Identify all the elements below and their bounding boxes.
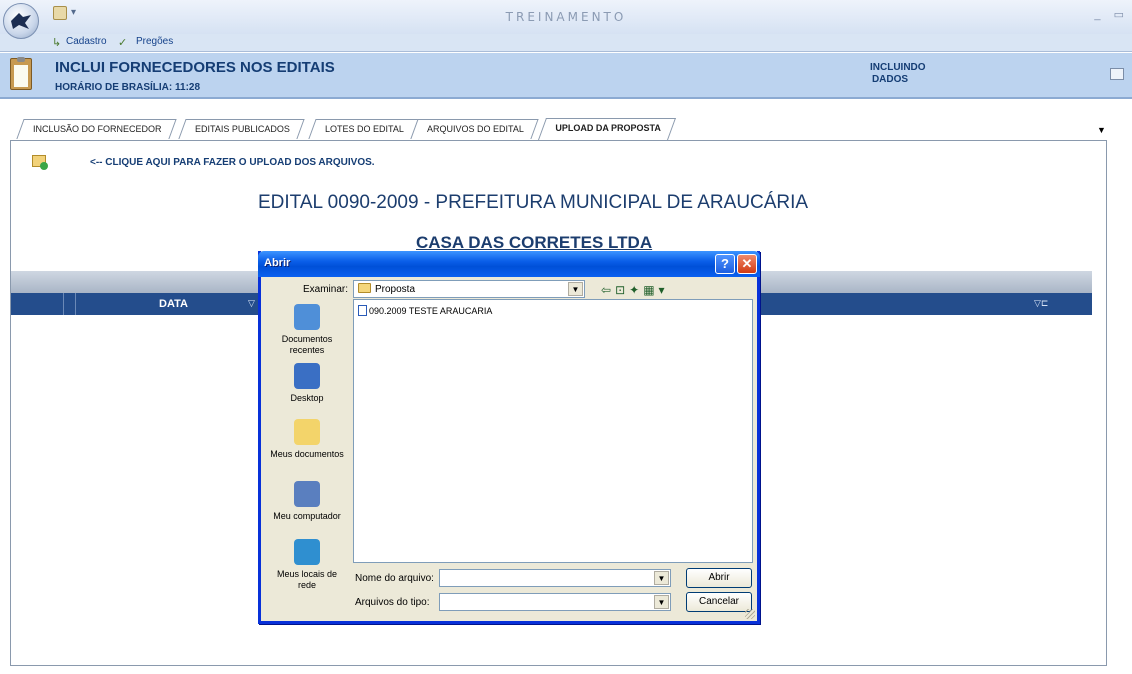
lookin-select[interactable]: Proposta ▼ xyxy=(353,280,585,298)
close-button[interactable]: ✕ xyxy=(737,254,757,274)
place-label: Documentos recentes xyxy=(281,334,333,355)
mode-status-line2: DADOS xyxy=(871,74,909,85)
tab-label: INCLUSÃO DO FORNECEDOR xyxy=(33,124,162,134)
filetype-label: Arquivos do tipo: xyxy=(355,597,430,608)
menu-bar: ↳ Cadastro ✓ Pregões xyxy=(0,34,1132,52)
place-my-computer[interactable]: Meu computador xyxy=(267,481,347,522)
place-network[interactable]: Meus locais de rede xyxy=(267,539,347,591)
menu-cadastro[interactable]: Cadastro xyxy=(66,36,107,47)
window-icon[interactable] xyxy=(1110,68,1124,80)
app-menu-orb[interactable] xyxy=(3,3,39,39)
filetype-select[interactable]: ▼ xyxy=(439,593,671,611)
open-file-dialog: Abrir ? ✕ Examinar: Proposta ▼ ⇦⊡✦▦▾ Doc… xyxy=(258,251,760,624)
column-separator xyxy=(63,293,64,315)
view-menu-icon[interactable]: ▦▾ xyxy=(643,283,668,297)
window-controls: _ ▭ xyxy=(1084,8,1124,21)
cancel-button[interactable]: Cancelar xyxy=(686,592,752,612)
maximize-button[interactable]: ▭ xyxy=(1114,9,1124,21)
tab-label: EDITAIS PUBLICADOS xyxy=(195,124,290,134)
tab-editais-publicados[interactable]: EDITAIS PUBLICADOS xyxy=(178,119,305,139)
cadastro-icon: ↳ xyxy=(52,37,62,49)
folder-icon xyxy=(358,283,371,293)
resize-grip-icon[interactable] xyxy=(745,609,755,619)
place-desktop[interactable]: Desktop xyxy=(267,363,347,404)
word-document-icon xyxy=(358,305,367,316)
place-label: Desktop xyxy=(290,393,324,403)
chevron-down-icon[interactable]: ▼ xyxy=(654,595,669,609)
pregoes-icon: ✓ xyxy=(118,37,128,49)
lookin-value: Proposta xyxy=(375,284,416,295)
place-label: Meus locais de rede xyxy=(276,569,338,590)
file-list[interactable]: 090.2009 TESTE ARAUCARIA xyxy=(353,299,753,563)
form-title: INCLUI FORNECEDORES NOS EDITAIS xyxy=(55,59,335,76)
desktop-icon xyxy=(294,363,320,389)
tab-lotes-edital[interactable]: LOTES DO EDITAL xyxy=(308,119,419,139)
upload-files-link[interactable]: <-- CLIQUE AQUI PARA FAZER O UPLOAD DOS … xyxy=(90,157,375,168)
form-header: INCLUI FORNECEDORES NOS EDITAIS HORÁRIO … xyxy=(0,53,1132,99)
dialog-title: Abrir xyxy=(264,257,291,269)
mode-status-line1: INCLUINDO xyxy=(870,62,926,73)
column-header-data[interactable]: DATA xyxy=(159,298,188,310)
edital-title: EDITAL 0090-2009 - PREFEITURA MUNICIPAL … xyxy=(258,192,809,213)
filename-field[interactable]: ▼ xyxy=(439,569,671,587)
dialog-title-bar[interactable]: Abrir ? ✕ xyxy=(258,251,760,277)
file-name: 090.2009 TESTE ARAUCARIA xyxy=(369,306,493,316)
tab-label: UPLOAD DA PROPOSTA xyxy=(555,123,661,133)
filename-label: Nome do arquivo: xyxy=(355,573,434,584)
chevron-down-icon[interactable]: ▼ xyxy=(654,571,669,585)
up-folder-icon[interactable]: ⊡ xyxy=(615,283,629,297)
mode-status: INCLUINDO DADOS xyxy=(870,62,926,86)
dialog-toolbar: ⇦⊡✦▦▾ xyxy=(601,283,669,297)
filter-icon[interactable]: ▽ xyxy=(248,298,255,309)
my-computer-icon xyxy=(294,481,320,507)
help-button[interactable]: ? xyxy=(715,254,735,274)
tab-arquivos-edital[interactable]: ARQUIVOS DO EDITAL xyxy=(410,119,539,139)
title-bar: ▾ TREINAMENTO _ ▭ xyxy=(0,0,1132,34)
clipboard-icon xyxy=(10,57,32,90)
recent-documents-icon xyxy=(294,304,320,330)
column-separator xyxy=(75,293,76,315)
place-my-documents[interactable]: Meus documentos xyxy=(267,419,347,460)
app-title: TREINAMENTO xyxy=(505,10,627,24)
network-places-icon xyxy=(294,539,320,565)
places-bar: Documentos recentes Desktop Meus documen… xyxy=(267,299,347,611)
lookin-label: Examinar: xyxy=(303,284,349,295)
list-item[interactable]: 090.2009 TESTE ARAUCARIA xyxy=(358,305,492,316)
tab-inclusao-fornecedor[interactable]: INCLUSÃO DO FORNECEDOR xyxy=(16,119,177,139)
upload-folder-icon[interactable] xyxy=(32,155,48,170)
my-documents-icon xyxy=(294,419,320,445)
place-label: Meu computador xyxy=(273,511,341,521)
tab-upload-proposta[interactable]: UPLOAD DA PROPOSTA xyxy=(537,118,676,140)
menu-pregoes[interactable]: Pregões xyxy=(136,36,173,47)
brasilia-time: HORÁRIO DE BRASÍLIA: 11:28 xyxy=(55,82,201,93)
tabs-menu-arrow-icon[interactable]: ▼ xyxy=(1097,125,1106,135)
filter-pin-icon[interactable]: ▽⊏ xyxy=(1034,298,1048,309)
place-label: Meus documentos xyxy=(270,449,344,459)
back-icon[interactable]: ⇦ xyxy=(601,283,615,297)
company-name: CASA DAS CORRETES LTDA xyxy=(416,233,653,252)
place-recent[interactable]: Documentos recentes xyxy=(267,304,347,356)
tab-label: LOTES DO EDITAL xyxy=(325,124,404,134)
minimize-button[interactable]: _ xyxy=(1094,9,1100,21)
new-folder-icon[interactable]: ✦ xyxy=(629,283,643,297)
chevron-down-icon[interactable]: ▼ xyxy=(568,282,583,296)
open-button[interactable]: Abrir xyxy=(686,568,752,588)
tab-label: ARQUIVOS DO EDITAL xyxy=(427,124,524,134)
